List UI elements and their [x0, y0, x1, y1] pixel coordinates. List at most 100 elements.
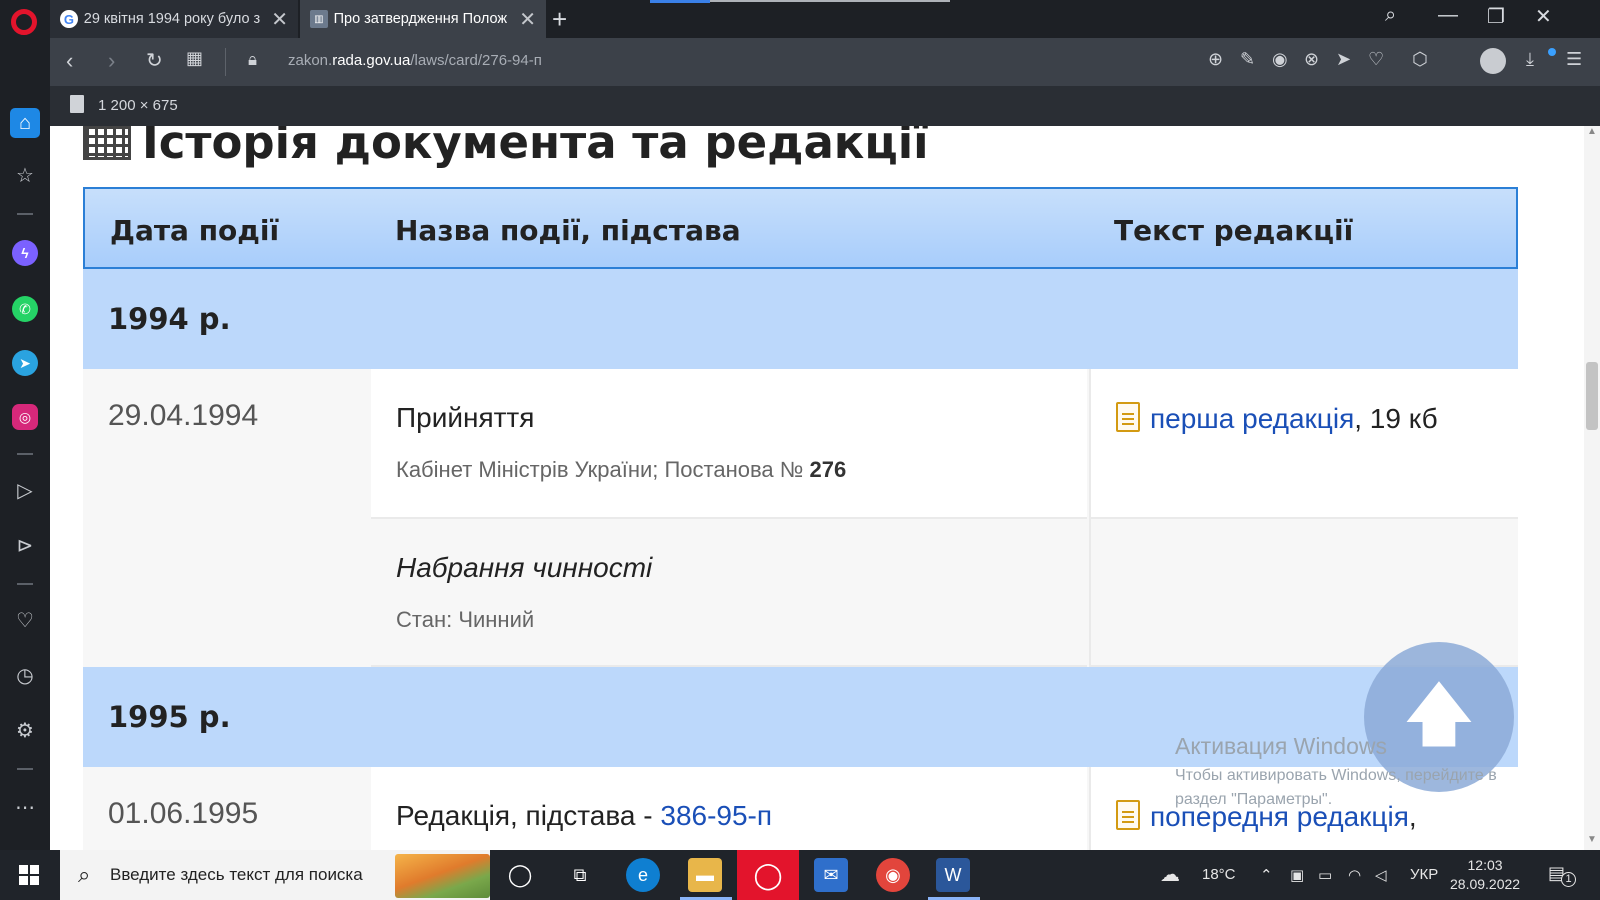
header-date: Дата події [110, 214, 280, 247]
document-icon [1116, 800, 1140, 830]
google-favicon-icon: G [60, 10, 78, 28]
star-icon[interactable]: ☆ [10, 161, 40, 191]
document-icon [1116, 402, 1140, 432]
forward-icon[interactable]: › [108, 48, 115, 74]
player-icon[interactable]: ▷ [10, 476, 40, 506]
instagram-icon[interactable]: ◎ [12, 404, 38, 430]
event-status: Стан: Чинний [396, 607, 535, 632]
separator [17, 453, 33, 455]
reload-icon[interactable]: ↻ [146, 48, 163, 73]
heart-icon[interactable]: ♡ [1368, 49, 1384, 70]
edition-link-first[interactable]: перша редакція, 19 кб [1116, 402, 1438, 435]
header-event: Назва події, підстава [395, 214, 741, 247]
close-icon[interactable]: ✕ [271, 7, 288, 32]
event-basis: Кабінет Міністрів України; Постанова № 2… [396, 457, 847, 482]
event-date: 01.06.1995 [108, 797, 259, 830]
edition-cell: перша редакція, 19 кб [1089, 369, 1518, 519]
table-header: Дата події Назва події, підстава Текст р… [83, 187, 1518, 269]
event-name: Редакція, підстава - 386-95-п [396, 800, 773, 831]
table-grid-icon [83, 126, 131, 160]
opera-logo-icon[interactable] [11, 9, 37, 35]
event-cell: Редакція, підстава - 386-95-п [371, 767, 1087, 850]
sidebar: ⌂ ☆ ϟ ✆ ➤ ◎ ▷ ⊳ ♡ ◷ ⚙ ⋯ [0, 38, 50, 850]
temperature[interactable]: 18°C [1202, 866, 1236, 883]
gear-icon[interactable]: ⚙ [10, 716, 40, 746]
clock[interactable]: 12:03 28.09.2022 [1450, 856, 1520, 894]
year-label: 1995 р. [108, 700, 231, 734]
telegram-icon[interactable]: ➤ [12, 350, 38, 376]
wifi-icon[interactable]: ◠ [1348, 866, 1361, 884]
back-icon[interactable]: ‹ [66, 48, 73, 74]
share-icon[interactable]: ✎ [1240, 49, 1255, 70]
easy-setup-icon[interactable]: ☰ [1566, 49, 1582, 70]
tab-google-search[interactable]: G 29 квітня 1994 року було з ✕ [50, 0, 298, 38]
cube-icon[interactable]: ⬡ [1412, 49, 1428, 70]
file-explorer-icon[interactable]: ▬ [688, 858, 722, 892]
profile-avatar-icon[interactable] [1480, 48, 1506, 74]
lock-icon[interactable]: 🔒︎ [248, 50, 257, 70]
restore-icon[interactable]: ❐ [1487, 4, 1505, 29]
event-link[interactable]: 386-95-п [660, 800, 772, 831]
separator [17, 213, 33, 215]
heart-icon[interactable]: ♡ [10, 606, 40, 636]
new-tab-plus-icon[interactable]: + [552, 4, 567, 35]
zoom-icon[interactable]: ⊕ [1208, 49, 1223, 70]
year-label: 1994 р. [108, 302, 231, 336]
loading-track [710, 0, 950, 2]
word-icon[interactable]: W [936, 858, 970, 892]
year-row-1994: 1994 р. [83, 269, 1518, 369]
loading-indicator [650, 0, 710, 3]
chrome-icon[interactable]: ◉ [876, 858, 910, 892]
search-tabs-icon[interactable]: ⌕ [1385, 4, 1396, 27]
header-edition: Текст редакції [1114, 214, 1354, 247]
close-icon[interactable]: ✕ [519, 7, 536, 32]
event-name: Прийняття [396, 402, 535, 433]
clock-date: 28.09.2022 [1450, 876, 1521, 892]
tab-strip: G 29 квітня 1994 року було з ✕ ▥ Про зат… [0, 0, 1600, 38]
mail-icon[interactable]: ✉ [814, 858, 848, 892]
minimize-icon[interactable]: — [1438, 4, 1458, 27]
send-icon[interactable]: ➤ [1336, 49, 1351, 70]
windows-taskbar: ⌕ Введите здесь текст для поиска ◯ ⧉ e ▬… [0, 850, 1600, 900]
search-highlight-illustration [395, 854, 490, 898]
weather-cloud-icon[interactable]: ☁ [1160, 862, 1180, 887]
cortana-icon[interactable]: ◯ [503, 858, 537, 892]
chevron-up-icon[interactable]: ⌃ [1260, 866, 1273, 884]
opera-taskbar-icon[interactable]: ◯ [737, 850, 799, 900]
battery-icon[interactable]: ▭ [1318, 866, 1332, 884]
image-info-bar: 1 200 × 675 [50, 86, 1600, 126]
rada-favicon-icon: ▥ [310, 10, 328, 28]
scrollbar-thumb[interactable] [1586, 362, 1598, 430]
volume-icon[interactable]: ◁ [1375, 866, 1387, 884]
scroll-down-arrow-icon[interactable]: ▼ [1584, 834, 1600, 850]
adblock-icon[interactable]: ⊗ [1304, 49, 1319, 70]
scroll-up-arrow-icon[interactable]: ▲ [1584, 126, 1600, 142]
tabs-grid-icon[interactable]: ▦ [186, 48, 203, 69]
close-window-icon[interactable]: ✕ [1535, 4, 1552, 29]
url-field[interactable]: zakon.rada.gov.ua/laws/card/276-94-п [288, 52, 542, 69]
camera-icon[interactable]: ◉ [1272, 49, 1288, 70]
windows-activation-watermark: Активация Windows Чтобы активировать Win… [1175, 733, 1595, 812]
task-view-icon[interactable]: ⧉ [563, 858, 597, 892]
notification-count: 1 [1561, 872, 1576, 887]
home-icon[interactable]: ⌂ [10, 108, 40, 138]
tab-rada-law[interactable]: ▥ Про затвердження Полож ✕ [300, 0, 546, 38]
windows-start-icon[interactable] [19, 865, 39, 885]
download-icon[interactable]: ⤓ [1526, 49, 1534, 70]
more-icon[interactable]: ⋯ [10, 793, 40, 823]
whatsapp-icon[interactable]: ✆ [12, 296, 38, 322]
messenger-icon[interactable]: ϟ [12, 240, 38, 266]
table-row: 29.04.1994 Прийняття Кабінет Міністрів У… [83, 369, 1518, 667]
send-icon[interactable]: ⊳ [10, 531, 40, 561]
activation-title: Активация Windows [1175, 733, 1387, 759]
meet-now-icon[interactable]: ▣ [1290, 866, 1304, 884]
event-date: 29.04.1994 [108, 399, 259, 432]
language-indicator[interactable]: УКР [1410, 866, 1438, 883]
edge-icon[interactable]: e [626, 858, 660, 892]
download-badge [1548, 48, 1556, 56]
history-clock-icon[interactable]: ◷ [10, 661, 40, 691]
taskbar-search-box[interactable]: ⌕ Введите здесь текст для поиска [60, 850, 490, 900]
event-cell: Прийняття Кабінет Міністрів України; Пос… [371, 369, 1087, 519]
search-placeholder: Введите здесь текст для поиска [110, 865, 363, 884]
clock-time: 12:03 [1467, 857, 1503, 873]
